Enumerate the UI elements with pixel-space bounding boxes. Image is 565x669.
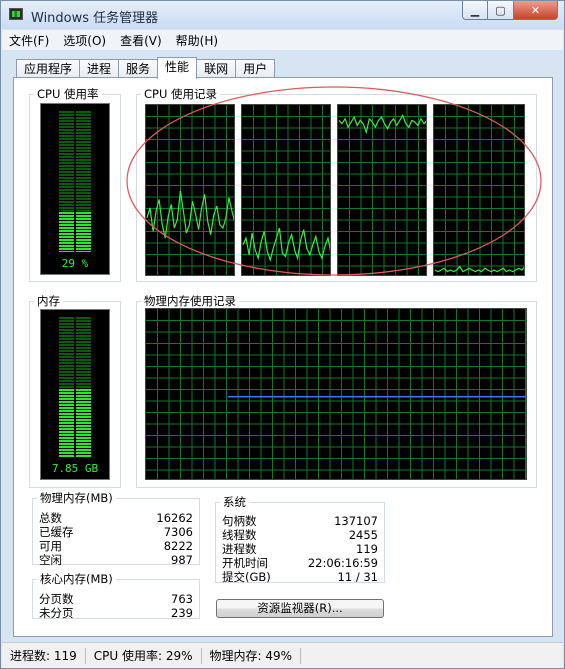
maximize-button[interactable]: ▢ [488,1,514,20]
tab-performance[interactable]: 性能 [157,57,198,79]
stat-value: 8222 [163,539,193,553]
memory-meter: 7.85 GB [40,309,110,480]
annotation-ellipse [126,86,542,276]
cpu-meter-fill [59,210,91,252]
stat-value: 137107 [334,514,378,528]
stat-label: 已缓存 [39,525,74,539]
status-cpu-usage: CPU 使用率: 29% [86,647,202,664]
close-button[interactable]: ✕ [514,1,558,20]
stat-value: 11 / 31 [337,570,378,584]
memory-meter-track [59,316,91,457]
stat-label: 提交(GB) [222,570,271,584]
cpu-meter-track [59,110,91,252]
stat-row: 空闲 987 [39,554,193,567]
close-icon: ✕ [530,3,541,17]
status-process-count: 进程数: 119 [2,647,86,664]
stat-label: 总数 [39,511,62,525]
kernel-memory-title: 核心内存(MB) [40,572,113,586]
stat-value: 239 [171,606,193,620]
cpu-usage-meter: 29 % [40,103,110,275]
task-manager-icon [9,8,23,20]
physical-memory-group: 物理内存(MB) 总数 16262 已缓存 7306 可用 8222 空闲 987 [32,490,200,567]
stat-value: 987 [171,553,193,567]
stat-value: 22:06:16:59 [307,556,378,570]
stat-row: 可用 8222 [39,540,193,553]
stat-label: 进程数 [222,542,257,556]
status-physical-memory: 物理内存: 49% [202,647,302,664]
stat-row: 进程数 119 [222,543,378,556]
stat-label: 开机时间 [222,556,268,570]
stat-value: 16262 [156,511,193,525]
caption-buttons: ▁ ▢ ✕ [462,1,558,20]
stat-value: 763 [171,592,193,606]
stat-row: 未分页 239 [39,607,193,620]
memory-history-title: 物理内存使用记录 [144,294,236,308]
stat-row: 总数 16262 [39,512,193,525]
stat-row: 提交(GB) 11 / 31 [222,571,378,584]
cpu-usage-title: CPU 使用率 [37,87,99,101]
tab-users[interactable]: 用户 [235,59,276,78]
stat-label: 空闲 [39,553,62,567]
stat-value: 119 [356,542,378,556]
memory-usage-value: 7.85 GB [51,462,99,475]
system-group: 系统 句柄数 137107 线程数 2455 进程数 119 开机时间 22:06:16… [215,494,385,584]
performance-panel: CPU 使用率 29 % CPU 使用记录 内存 7.85 GB 物理内存使用记… [13,77,553,637]
menu-view[interactable]: 查看(V) [113,32,169,49]
physical-memory-title: 物理内存(MB) [40,491,113,505]
window-title: Windows 任务管理器 [31,11,159,26]
memory-title: 内存 [37,294,60,308]
stat-label: 线程数 [222,528,257,542]
tab-networking[interactable]: 联网 [196,59,237,78]
menu-file[interactable]: 文件(F) [2,32,56,49]
stat-label: 句柄数 [222,514,257,528]
stat-row: 线程数 2455 [222,529,378,542]
minimize-button[interactable]: ▁ [462,1,488,20]
stat-value: 7306 [163,525,193,539]
stat-label: 未分页 [39,606,74,620]
system-title: 系统 [223,495,246,509]
menu-bar: 文件(F) 选项(O) 查看(V) 帮助(H) [2,30,563,50]
memory-history-graph [145,308,527,480]
stat-row: 句柄数 137107 [222,515,378,528]
kernel-memory-group: 核心内存(MB) 分页数 763 未分页 239 [32,571,200,620]
task-manager-window: Windows 任务管理器 ▁ ▢ ✕ 文件(F) 选项(O) 查看(V) 帮助… [0,0,565,669]
tab-processes[interactable]: 进程 [79,59,120,78]
tab-applications[interactable]: 应用程序 [16,59,81,78]
stat-row: 分页数 763 [39,593,193,606]
menu-options[interactable]: 选项(O) [56,32,113,49]
stat-row: 开机时间 22:06:16:59 [222,557,378,570]
stat-label: 分页数 [39,592,74,606]
title-bar[interactable]: Windows 任务管理器 ▁ ▢ ✕ [1,1,564,29]
tab-services[interactable]: 服务 [118,59,159,78]
stat-label: 可用 [39,539,62,553]
status-bar: 进程数: 119 CPU 使用率: 29% 物理内存: 49% [2,642,563,668]
stat-value: 2455 [348,528,378,542]
menu-help[interactable]: 帮助(H) [169,32,225,49]
stat-row: 已缓存 7306 [39,526,193,539]
maximize-icon: ▢ [495,3,506,17]
resource-monitor-button[interactable]: 资源监视器(R)... [216,599,384,618]
minimize-icon: ▁ [470,3,480,17]
memory-meter-fill [59,387,91,457]
tab-strip: 应用程序 进程 服务 性能 联网 用户 [16,57,276,79]
cpu-usage-value: 29 % [61,257,89,270]
